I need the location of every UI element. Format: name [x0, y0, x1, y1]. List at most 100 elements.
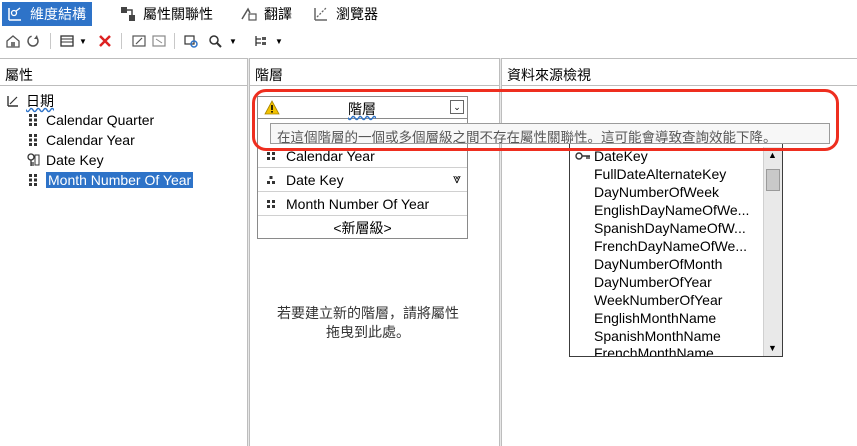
tab-label: 翻譯 [264, 6, 292, 22]
attribute-item[interactable]: Calendar Year [26, 130, 135, 150]
double-chevron-down-icon[interactable]: ⩔ [453, 170, 461, 187]
show-table-dropdown[interactable]: ▼ [78, 32, 88, 50]
attribute-icon [26, 113, 40, 127]
dsv-column[interactable]: DayNumberOfMonth [594, 256, 722, 274]
dsv-column[interactable]: SpanishMonthName [594, 328, 721, 346]
dsv-column[interactable]: FullDateAlternateKey [594, 166, 726, 184]
attribute-icon [26, 133, 40, 147]
primary-key-icon [575, 152, 590, 160]
layout-button[interactable] [252, 32, 270, 50]
dsv-column[interactable]: EnglishMonthName [594, 310, 716, 328]
hierarchy-name[interactable]: 階層 [348, 99, 376, 119]
new-level-row[interactable]: <新層級> [258, 216, 467, 240]
zoom-dropdown[interactable]: ▼ [228, 32, 238, 50]
dsv-column[interactable]: DateKey [594, 148, 648, 166]
dropdown-arrow-icon: ▼ [275, 36, 283, 46]
designer-toolbar: ▼ ▼ ▼ [0, 28, 857, 54]
attribute-label: Date Key [46, 152, 104, 168]
dsv-table[interactable]: DateKey FullDateAlternateKey DayNumberOf… [569, 132, 783, 357]
process-icon [6, 35, 20, 48]
hierarchy-box[interactable]: 階層 ⌄ Calendar Year Date Key ⩔ Month Numb… [257, 96, 468, 239]
hierarchies-pane-header: 階層 [250, 58, 499, 86]
find-table-icon [184, 35, 198, 48]
level-label: Date Key [286, 171, 344, 188]
scroll-down-icon[interactable]: ▼ [768, 343, 777, 353]
attributes-pane-header: 屬性 [0, 58, 247, 86]
hierarchy-level[interactable]: Date Key ⩔ [258, 168, 467, 192]
toolbar-separator [121, 33, 122, 49]
attribute-label: Calendar Quarter [46, 112, 155, 128]
dsv-column[interactable]: SpanishDayNameOfW... [594, 220, 746, 238]
hierarchy-level[interactable]: Calendar Year [258, 144, 467, 168]
toolbar-separator [174, 33, 175, 49]
dropdown-arrow-icon: ▼ [229, 36, 237, 46]
collapse-icon: ⌄ [453, 102, 461, 112]
dsv-column[interactable]: FrenchDayNameOfWe... [594, 238, 747, 256]
dsv-pane-header: 資料來源檢視 [502, 58, 857, 86]
toolbar-separator [50, 33, 51, 49]
scrollbar-thumb[interactable] [766, 169, 780, 191]
refresh-button[interactable] [24, 32, 42, 50]
pane-splitter[interactable] [499, 58, 502, 446]
zoom-button[interactable] [206, 32, 224, 50]
refresh-icon [27, 35, 39, 47]
tab-browser[interactable]: 瀏覽器 [308, 2, 384, 26]
pane-title: 階層 [255, 67, 283, 83]
dimension-structure-icon [8, 7, 21, 21]
zoom-icon [209, 35, 222, 48]
key-attribute-icon [26, 153, 40, 167]
show-table-button[interactable] [58, 32, 76, 50]
layout-dropdown[interactable]: ▼ [274, 32, 284, 50]
delete-icon [99, 35, 111, 47]
rename-icon [132, 35, 146, 47]
delete-button[interactable] [96, 32, 114, 50]
attribute-icon [26, 173, 40, 187]
process-button[interactable] [4, 32, 22, 50]
dsv-column[interactable]: FrenchMonthName [594, 345, 714, 356]
find-table-button[interactable] [182, 32, 200, 50]
dropdown-arrow-icon: ▼ [79, 36, 87, 46]
dsv-column[interactable]: DayNumberOfWeek [594, 184, 719, 202]
tree-layout-icon [255, 36, 266, 46]
tab-label: 屬性關聯性 [143, 6, 213, 22]
hierarchy-header[interactable]: 階層 ⌄ [258, 97, 467, 119]
drop-hint: 若要建立新的階層，請將屬性 拖曳到此處。 [258, 304, 478, 342]
new-level-label: <新層級> [333, 220, 392, 236]
tab-label: 維度結構 [30, 6, 86, 22]
attribute-label: Calendar Year [46, 132, 135, 148]
dsv-scrollbar[interactable]: ▲ ▼ [763, 147, 782, 356]
dimension-root-node[interactable]: 日期 [6, 91, 54, 111]
dsv-column[interactable]: DayNumberOfYear [594, 274, 712, 292]
attribute-item[interactable]: Calendar Quarter [26, 110, 154, 130]
scroll-up-icon[interactable]: ▲ [768, 150, 777, 160]
tab-dimension-structure[interactable]: 維度結構 [2, 2, 92, 26]
level-icon [264, 199, 278, 208]
table-icon [60, 35, 74, 47]
attribute-relationship-icon [121, 7, 135, 21]
attribute-item[interactable]: Date Key [26, 150, 104, 170]
tab-translations[interactable]: 翻譯 [236, 2, 298, 26]
dimension-icon [6, 94, 20, 108]
hierarchy-level[interactable]: Month Number Of Year [258, 192, 467, 216]
zoom-fit-icon [152, 35, 166, 47]
dsv-column[interactable]: EnglishDayNameOfWe... [594, 202, 749, 220]
tooltip-text: 在這個階層的一個或多個層級之間不存在屬性關聯性。這可能會導致查詢效能下降。 [277, 130, 777, 144]
attribute-label: Month Number Of Year [46, 172, 194, 188]
hint-line: 拖曳到此處。 [326, 324, 410, 340]
designer-tab-bar: 維度結構 屬性關聯性 翻譯 瀏覽器 [0, 0, 857, 28]
browser-icon [314, 7, 327, 21]
collapse-button[interactable]: ⌄ [450, 100, 464, 114]
tab-attribute-relationships[interactable]: 屬性關聯性 [115, 2, 219, 26]
dsv-column[interactable]: WeekNumberOfYear [594, 292, 722, 310]
pane-title: 屬性 [5, 67, 33, 83]
pane-splitter[interactable] [247, 58, 250, 446]
warning-tooltip: 在這個階層的一個或多個層級之間不存在屬性關聯性。這可能會導致查詢效能下降。 [270, 123, 830, 144]
tab-label: 瀏覽器 [336, 6, 378, 22]
translation-icon [241, 7, 257, 21]
level-icon [264, 151, 278, 160]
zoom-fit-button[interactable] [150, 32, 168, 50]
rename-button[interactable] [130, 32, 148, 50]
level-label: Month Number Of Year [286, 195, 430, 212]
attribute-item[interactable]: Month Number Of Year [26, 170, 194, 190]
hint-line: 若要建立新的階層，請將屬性 [277, 305, 459, 321]
